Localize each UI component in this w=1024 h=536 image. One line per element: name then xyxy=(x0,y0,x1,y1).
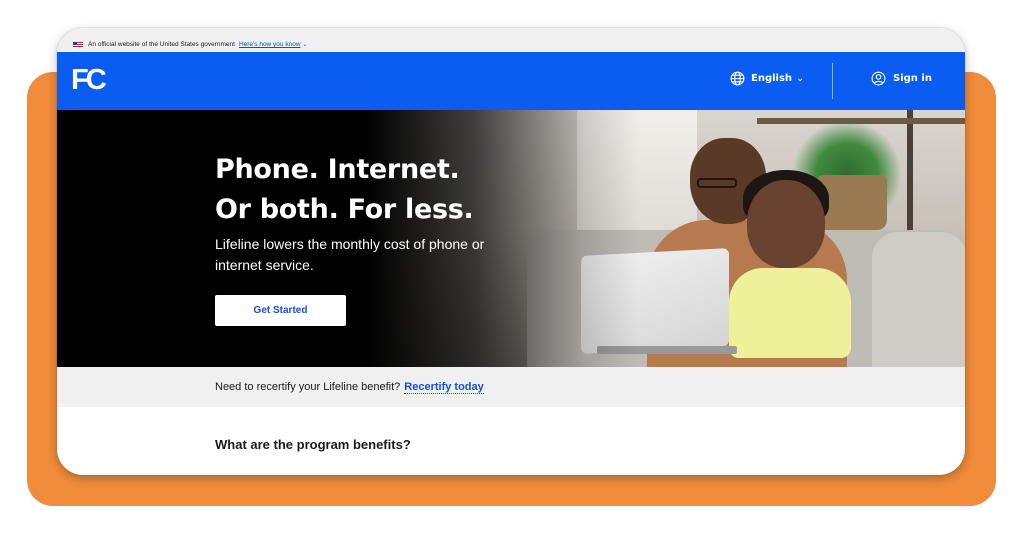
browser-frame: An official website of the United States… xyxy=(57,28,965,475)
globe-icon xyxy=(730,71,745,86)
recertify-text: Need to recertify your Lifeline benefit? xyxy=(215,381,401,393)
chevron-down-icon: ⌄ xyxy=(796,73,805,84)
language-label: English xyxy=(751,73,793,84)
hero-subtitle: Lifeline lowers the monthly cost of phon… xyxy=(215,236,485,273)
us-flag-icon xyxy=(73,42,83,48)
hero-title-line-2: Or both. For less. xyxy=(215,194,474,225)
get-started-button[interactable]: Get Started xyxy=(215,295,346,326)
header-divider xyxy=(832,63,833,99)
hero-title-line-1: Phone. Internet. xyxy=(215,154,460,185)
hero-banner: Phone. Internet. Or both. For less. Life… xyxy=(57,110,965,367)
site-header: FC English ⌄ Sign in xyxy=(57,52,965,110)
sign-in-label: Sign in xyxy=(893,73,932,84)
sign-in-button[interactable]: Sign in xyxy=(871,71,932,86)
chevron-down-icon[interactable]: ⌄ xyxy=(303,41,308,48)
recertify-strip: Need to recertify your Lifeline benefit?… xyxy=(57,367,965,407)
language-selector[interactable]: English ⌄ xyxy=(730,71,804,86)
gov-banner-text: An official website of the United States… xyxy=(88,41,235,48)
gov-banner: An official website of the United States… xyxy=(57,28,965,52)
hero-title: Phone. Internet. Or both. For less. xyxy=(215,150,555,230)
gov-banner-link[interactable]: Here's how you know xyxy=(239,41,301,48)
fcc-logo[interactable]: FC xyxy=(71,65,107,95)
recertify-link[interactable]: Recertify today xyxy=(404,381,484,394)
user-icon xyxy=(871,71,886,86)
benefits-heading: What are the program benefits? xyxy=(215,437,411,452)
